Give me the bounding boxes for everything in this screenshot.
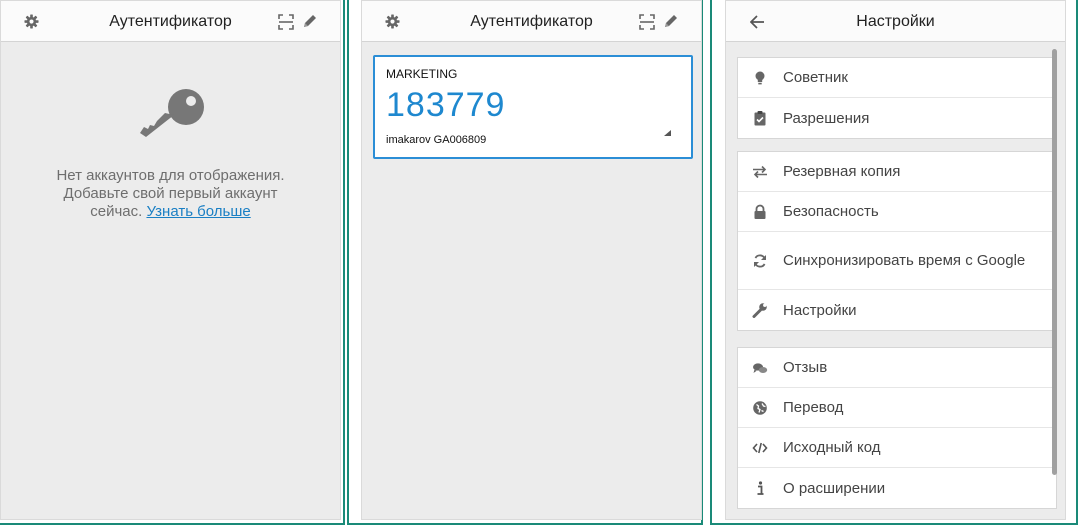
menu-item-source-code[interactable]: Исходный код: [738, 428, 1056, 468]
menu-item-label: О расширении: [783, 479, 886, 497]
header: Аутентификатор: [1, 1, 340, 42]
menu-item-label: Резервная копия: [783, 163, 901, 180]
clipboard-check-icon: [754, 111, 766, 126]
account-entry[interactable]: MARKETING 183779 imakarov GA006809: [373, 55, 693, 159]
settings-group-1: Советник Разрешения: [737, 57, 1057, 139]
menu-item-label: Перевод: [783, 399, 844, 416]
menu-item-feedback[interactable]: Отзыв: [738, 348, 1056, 388]
settings-panel: Настройки Советник Разрешения Резервная …: [725, 0, 1066, 520]
info-icon: [757, 481, 764, 495]
menu-item-sync-time[interactable]: Синхронизировать время с Google: [738, 232, 1056, 290]
menu-item-translate[interactable]: Перевод: [738, 388, 1056, 428]
menu-item-label: Советник: [783, 69, 848, 86]
scan-qr-icon[interactable]: [278, 14, 294, 30]
settings-group-2: Резервная копия Безопасность Синхронизир…: [737, 151, 1057, 331]
comments-icon: [753, 362, 768, 373]
menu-item-label: Отзыв: [783, 359, 828, 376]
entry-account: imakarov GA006809: [386, 134, 487, 146]
scan-qr-icon[interactable]: [639, 14, 655, 30]
sync-icon: [754, 253, 766, 268]
empty-line-3-text: сейчас.: [90, 203, 143, 220]
code-icon: [752, 442, 768, 453]
menu-item-security[interactable]: Безопасность: [738, 192, 1056, 232]
empty-line-1: Нет аккаунтов для отображения.: [56, 167, 285, 184]
exchange-icon: [753, 165, 767, 178]
otp-code[interactable]: 183779: [386, 86, 505, 125]
learn-more-link[interactable]: Узнать больше: [146, 203, 250, 220]
empty-message: Нет аккаунтов для отображения. Добавьте …: [1, 167, 340, 221]
page-title: Настройки: [856, 13, 935, 30]
entry-issuer: MARKETING: [386, 67, 458, 81]
header: Настройки: [726, 1, 1065, 42]
edit-icon[interactable]: [663, 13, 679, 29]
empty-line-3: сейчас. Узнать больше: [1, 203, 340, 221]
countdown-icon: [664, 130, 671, 136]
menu-item-label: Исходный код: [783, 439, 881, 456]
lightbulb-icon: [755, 71, 765, 84]
scrollbar[interactable]: [1052, 49, 1057, 475]
menu-item-label: Безопасность: [783, 203, 879, 220]
settings-group-3: Отзыв Перевод Исходный код О расширении: [737, 347, 1057, 509]
edit-icon[interactable]: [302, 13, 318, 29]
key-icon: [140, 89, 204, 137]
menu-item-about[interactable]: О расширении: [738, 468, 1056, 508]
globe-icon: [753, 400, 767, 415]
lock-icon: [754, 204, 766, 219]
menu-item-permissions[interactable]: Разрешения: [738, 98, 1056, 138]
menu-item-backup[interactable]: Резервная копия: [738, 152, 1056, 192]
header: Аутентификатор: [362, 1, 701, 42]
empty-line-2: Добавьте свой первый аккаунт: [63, 185, 278, 202]
menu-item-label: Синхронизировать время с Google: [783, 252, 1026, 269]
authenticator-panel-empty: Аутентификатор Нет аккаунтов для отображ…: [0, 0, 341, 520]
menu-item-advisor[interactable]: Советник: [738, 58, 1056, 98]
authenticator-panel-entries: Аутентификатор MARKETING 183779 imakarov…: [361, 0, 702, 520]
menu-item-preferences[interactable]: Настройки: [738, 290, 1056, 330]
menu-item-label: Настройки: [783, 301, 857, 319]
menu-item-label: Разрешения: [783, 109, 870, 127]
wrench-icon: [752, 303, 767, 318]
